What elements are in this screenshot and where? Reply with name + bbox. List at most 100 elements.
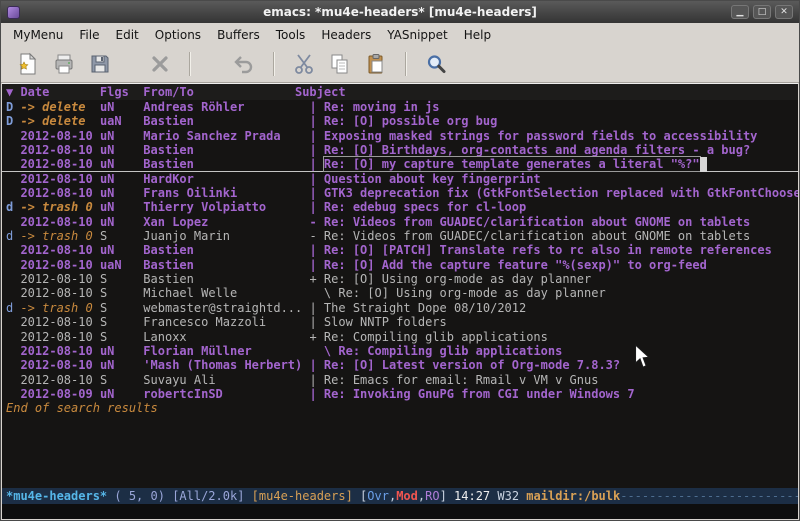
menu-buffers[interactable]: Buffers [209,25,268,45]
close-buffer-button[interactable] [145,49,175,79]
row-date: 2012-08-10 [20,286,99,300]
row-subject: Re: Videos from GUADEC/clarification abo… [324,215,750,229]
new-file-button[interactable] [13,49,43,79]
message-row[interactable]: 2012-08-10 uN Florian Müllner \ Re: Comp… [2,344,798,358]
row-date: 2012-08-10 [20,258,99,272]
message-row[interactable]: d -> trash 0 S webmaster@straightd... | … [2,301,798,315]
modeline-segment-red: Mod [396,489,418,503]
row-from: Mario Sanchez Prada [143,129,309,143]
row-flags: uaN [100,258,143,272]
row-flags: uN [100,129,143,143]
modeline-segment-amber: [mu4e-headers] [252,489,360,503]
message-row[interactable]: 2012-08-10 uN Bastien | Re: [O] [PATCH] … [2,243,798,257]
modeline-segment-pos: ( 5, 0) [107,489,172,503]
message-row[interactable]: d -> trash 0 uN Thierry Volpiatto | Re: … [2,200,798,214]
row-date: 2012-08-10 [20,272,99,286]
row-from: robertcInSD [143,387,309,401]
menu-file[interactable]: File [71,25,107,45]
modeline-segment-plain: W32 [497,489,526,503]
modeline-segment-pos: [All/2.0k] [172,489,251,503]
row-date: -> delete [20,100,99,114]
row-date: 2012-08-10 [20,373,99,387]
paste-button[interactable] [361,49,391,79]
row-from: Bastien [143,258,309,272]
menu-tools[interactable]: Tools [268,25,314,45]
message-row[interactable]: 2012-08-10 uaN Bastien | Re: [O] Add the… [2,258,798,272]
toolbar-separator [189,52,191,76]
paste-icon [364,52,388,76]
row-from: Thierry Volpiatto [143,200,309,214]
message-row[interactable]: 2012-08-10 S Francesco Mazzoli | Slow NN… [2,315,798,329]
row-subject: Re: [O] Using org-mode as day planner [338,286,605,300]
row-subject: Exposing masked strings for password fie… [324,129,757,143]
print-button[interactable] [49,49,79,79]
new-file-icon [16,52,40,76]
row-from: Bastien [143,114,309,128]
row-flags: uN [100,200,143,214]
message-row[interactable]: 2012-08-10 uN Bastien | Re: [O] Birthday… [2,143,798,157]
menu-yasnippet[interactable]: YASnippet [379,25,456,45]
message-row[interactable]: 2012-08-10 uN 'Mash (Thomas Herbert) | R… [2,358,798,372]
row-flags: uN [100,358,143,372]
message-row[interactable]: 2012-08-10 uN HardKor | Question about k… [2,172,798,186]
emacs-app-icon [7,6,20,19]
row-date: 2012-08-09 [20,387,99,401]
message-row[interactable]: 2012-08-09 uN robertcInSD | Re: Invoking… [2,387,798,401]
row-thread-separator: | [309,358,323,372]
row-flags: uN [100,215,143,229]
menu-headers[interactable]: Headers [313,25,379,45]
row-flags: uN [100,387,143,401]
minimize-button[interactable]: ▁ [731,5,749,19]
search-button[interactable] [421,49,451,79]
modeline-segment-amber-bold: maildir:/bulk [526,489,620,503]
menu-options[interactable]: Options [147,25,209,45]
copy-button[interactable] [325,49,355,79]
row-date: 2012-08-10 [20,143,99,157]
headers-buffer[interactable]: ▼ Date Flgs From/To Subject D -> delete … [2,83,798,488]
message-row[interactable]: D -> delete uN Andreas Röhler | Re: movi… [2,100,798,114]
message-row[interactable]: 2012-08-10 uN Frans Oilinki | GTK3 depre… [2,186,798,200]
message-row[interactable]: 2012-08-10 uN Mario Sanchez Prada | Expo… [2,129,798,143]
row-mark: D [6,114,20,128]
row-date: -> delete [20,114,99,128]
row-date: -> trash 0 [20,301,99,315]
row-thread-separator: | [309,172,323,186]
menu-edit[interactable]: Edit [108,25,147,45]
menu-help[interactable]: Help [456,25,499,45]
message-row[interactable]: 2012-08-10 uN Xan Lopez - Re: Videos fro… [2,215,798,229]
message-row[interactable]: D -> delete uaN Bastien | Re: [O] possib… [2,114,798,128]
row-subject: Re: [O] Latest version of Org-mode 7.8.3… [324,358,620,372]
menu-mymenu[interactable]: MyMenu [5,25,71,45]
message-row[interactable]: 2012-08-10 S Michael Welle \ Re: [O] Usi… [2,286,798,300]
row-mark [6,315,20,329]
maximize-button[interactable]: □ [753,5,771,19]
row-mark [6,373,20,387]
message-row[interactable]: d -> trash 0 S Juanjo Marin - Re: Videos… [2,229,798,243]
minibuffer[interactable] [2,504,798,519]
message-row[interactable]: 2012-08-10 S Bastien + Re: [O] Using org… [2,272,798,286]
row-thread-separator: + [309,272,323,286]
row-from: Lanoxx [143,330,309,344]
close-button[interactable]: ✕ [775,5,793,19]
row-thread-separator: | [309,243,323,257]
row-subject: Re: [O] Birthdays, org-contacts and agen… [324,143,750,157]
header-line[interactable]: ▼ Date Flgs From/To Subject [2,84,798,100]
title-bar[interactable]: emacs: *mu4e-headers* [mu4e-headers] ▁ □… [1,1,799,23]
modeline-segment-white: 14:27 [454,489,497,503]
row-thread-separator: | [309,301,323,315]
row-mark [6,387,20,401]
row-flags: S [100,229,143,243]
row-from: webmaster@straightd... [143,301,309,315]
row-thread-separator: \ [309,286,338,300]
row-thread-separator: | [309,157,323,171]
row-date: 2012-08-10 [20,186,99,200]
message-row[interactable]: 2012-08-10 uN Bastien | Re: [O] my captu… [2,157,798,171]
row-mark [6,272,20,286]
row-flags: uaN [100,114,143,128]
message-row[interactable]: 2012-08-10 S Suvayu Ali | Re: Emacs for … [2,373,798,387]
save-button[interactable] [85,49,115,79]
row-mark [6,129,20,143]
cut-button[interactable] [289,49,319,79]
message-row[interactable]: 2012-08-10 S Lanoxx + Re: Compiling glib… [2,330,798,344]
undo-button[interactable] [229,49,259,79]
